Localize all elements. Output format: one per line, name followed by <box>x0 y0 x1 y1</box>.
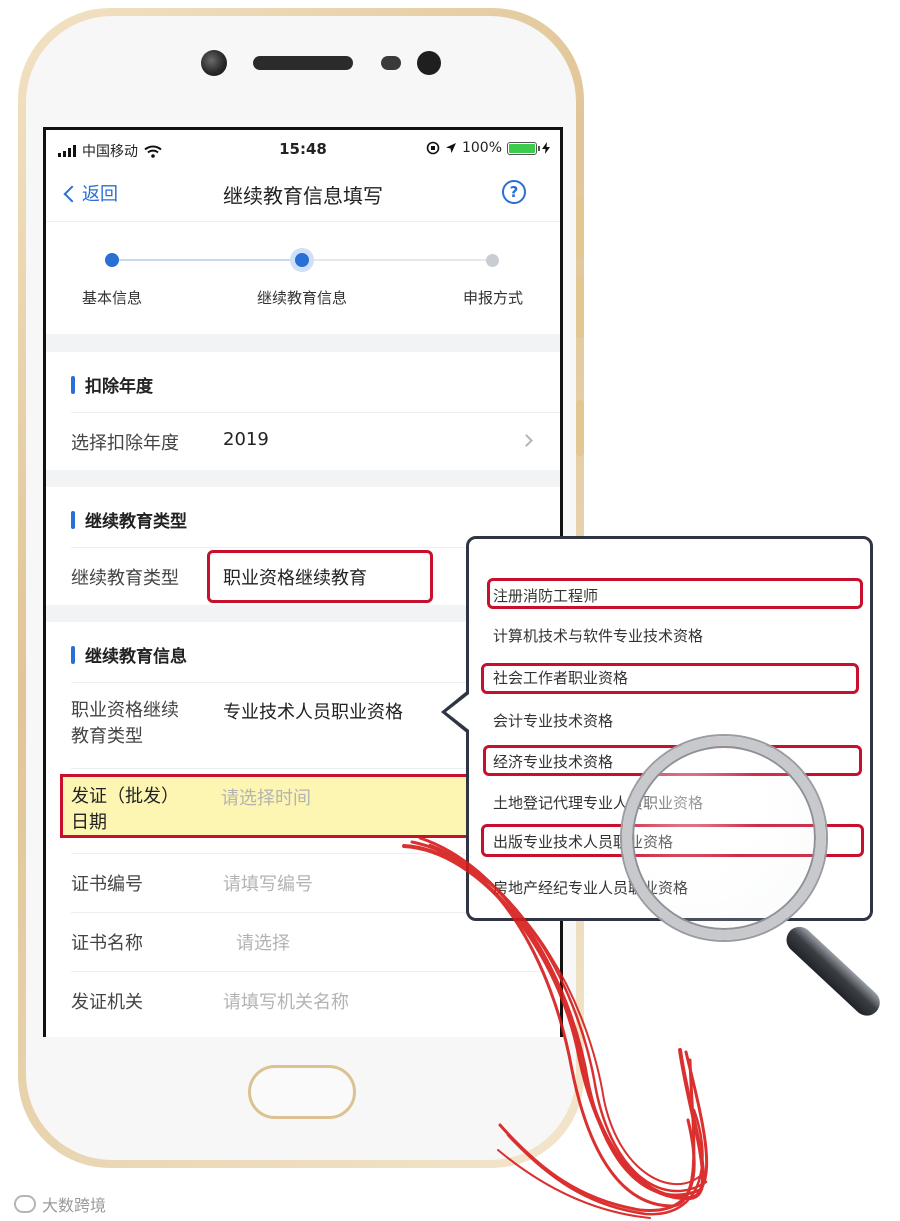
edu-type-highlight <box>207 550 433 603</box>
page-title: 继续教育信息填写 <box>223 184 383 208</box>
progress-stepper: 基本信息 继续教育信息 申报方式 <box>46 222 560 334</box>
cert-no-label: 证书编号 <box>71 874 143 895</box>
issuer-label: 发证机关 <box>71 992 143 1013</box>
battery-percent: 100% <box>461 140 502 156</box>
battery-icon <box>507 141 540 155</box>
section-heading: 扣除年度 <box>71 372 153 397</box>
step-dot-done <box>105 253 119 267</box>
rotation-lock-icon <box>426 141 440 155</box>
earpiece-speaker <box>253 56 353 70</box>
proximity-sensor <box>381 56 401 70</box>
section-deduction-year: 扣除年度 选择扣除年度 2019 <box>46 352 560 470</box>
location-icon <box>445 143 456 153</box>
step-label: 申报方式 <box>462 289 523 307</box>
option-item[interactable]: 会计专业技术资格 <box>493 710 613 731</box>
option-item[interactable]: 计算机技术与软件专业技术资格 <box>493 625 703 646</box>
edu-type-label: 继续教育类型 <box>71 568 179 589</box>
nav-bar: 返回 继续教育信息填写 ? <box>46 168 560 222</box>
volume-up-button <box>576 196 584 258</box>
front-camera <box>201 50 227 76</box>
step-connector <box>302 259 492 261</box>
issue-date-picker[interactable]: 请选择时间 <box>221 784 311 810</box>
volume-down-button <box>576 276 584 338</box>
magnifier-icon <box>622 736 826 940</box>
step-label: 继续教育信息 <box>256 289 347 307</box>
issuer-input[interactable]: 请填写机关名称 <box>223 988 349 1014</box>
section-heading: 继续教育信息 <box>71 642 187 667</box>
cert-name-label: 证书名称 <box>71 933 143 954</box>
option-highlight <box>487 578 863 609</box>
watermark-logo <box>14 1195 36 1213</box>
power-button <box>576 400 584 456</box>
step-label: 基本信息 <box>81 289 142 307</box>
option-highlight <box>481 663 859 694</box>
section-heading: 继续教育类型 <box>71 507 187 532</box>
magnifier-handle <box>781 921 886 1021</box>
chevron-right-icon <box>520 434 533 447</box>
qual-type-select[interactable]: 专业技术人员职业资格 <box>223 698 403 724</box>
step-connector <box>112 259 302 261</box>
issue-date-label: 发证（批发） 日期 <box>71 786 179 833</box>
status-bar: 中国移动 15:48 100% <box>46 130 560 168</box>
cert-name-select[interactable]: 请选择 <box>236 929 290 955</box>
light-sensor <box>417 51 441 75</box>
charging-icon <box>542 142 550 154</box>
step-dot-current <box>295 253 309 267</box>
home-button[interactable] <box>248 1065 356 1119</box>
step-dot-pending <box>486 254 499 267</box>
deduction-year-label: 选择扣除年度 <box>71 433 179 454</box>
cert-no-input[interactable]: 请填写编号 <box>223 870 313 896</box>
help-icon[interactable]: ? <box>502 180 526 204</box>
watermark: 大数跨境 <box>14 1192 106 1216</box>
deduction-year-select[interactable]: 2019 <box>223 429 269 450</box>
qual-type-label: 职业资格继续 教育类型 <box>71 700 179 747</box>
